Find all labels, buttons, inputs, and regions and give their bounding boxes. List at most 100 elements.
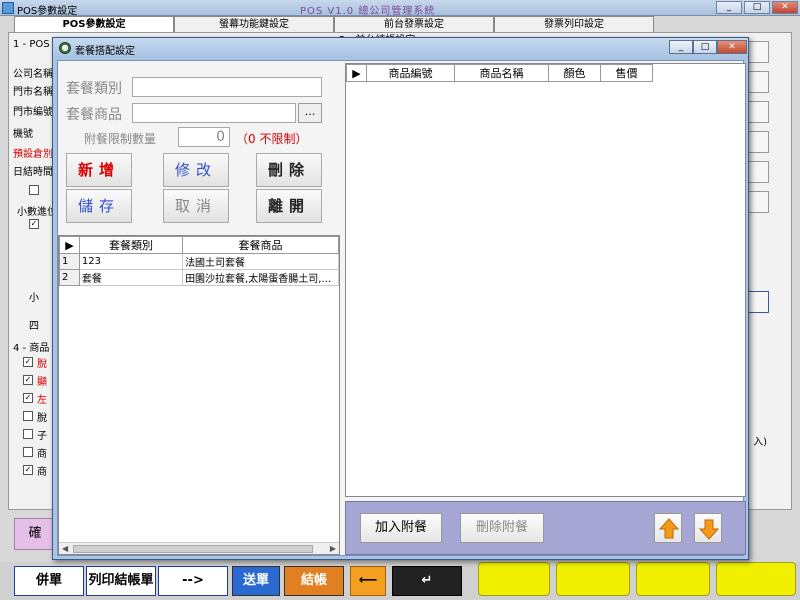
side-limit-input[interactable]: 0 [178, 127, 230, 147]
arrow-up-icon [658, 518, 680, 539]
set-list-header-item[interactable]: 套餐商品 [182, 236, 339, 254]
tab-front-invoice[interactable]: 前台發票設定 [334, 16, 494, 32]
outer-side-label-1: 脫 [37, 359, 47, 370]
row-number: 2 [59, 269, 80, 286]
set-list-header-category[interactable]: 套餐類別 [78, 236, 184, 254]
next-arrow-button[interactable]: --> [158, 566, 228, 596]
row-category[interactable]: 123 [78, 253, 184, 270]
side-dish-header-code[interactable]: 商品編號 [366, 64, 455, 82]
app-icon [2, 2, 14, 14]
yellow-button-2[interactable] [556, 562, 630, 596]
tab-function-keys[interactable]: 螢幕功能鍵設定 [174, 16, 334, 32]
row-item[interactable]: 法國土司套餐 [182, 253, 339, 270]
outer-checkbox-1[interactable] [29, 185, 39, 195]
outer-checkbox-2[interactable]: ✓ [29, 219, 39, 229]
yellow-button-4[interactable] [716, 562, 796, 596]
edit-button[interactable]: 修改 [163, 153, 229, 187]
tab-pos-settings[interactable]: POS參數設定 [14, 16, 174, 32]
add-side-dish-button[interactable]: 加入附餐 [360, 513, 442, 543]
outer-side-checkbox-3[interactable]: ✓ [23, 393, 33, 403]
set-item-input[interactable] [132, 103, 296, 123]
outer-right-text: 入) [753, 437, 767, 448]
yellow-button-3[interactable] [636, 562, 710, 596]
dialog-minimize-icon[interactable]: _ [669, 40, 693, 54]
row-number: 1 [59, 253, 80, 270]
outer-blurred-title: POS V1.0 總公司管理系統 [300, 6, 436, 17]
exit-button[interactable]: 離開 [256, 189, 322, 223]
radio-four-label[interactable]: 四 [29, 317, 39, 332]
set-menu-dialog: ● 套餐搭配設定 _ □ ✕ 套餐類別 套餐商品 ... 附餐限制數量 0 （0… [52, 37, 749, 560]
outer-window-title: POS參數設定 [17, 6, 78, 17]
scroll-thumb[interactable] [73, 545, 313, 553]
yellow-button-1[interactable] [478, 562, 550, 596]
enter-icon: ↵ [421, 573, 433, 588]
label-default-warehouse: 預設倉別 [13, 149, 53, 160]
side-dish-grid[interactable]: ▶ 商品編號 商品名稱 顏色 售價 [345, 63, 746, 497]
move-up-button[interactable] [654, 513, 682, 543]
section4-title: 4 - 商品 [13, 343, 50, 354]
bottom-taskbar: 併單 列印結帳單 --> 送單 結帳 ⟵ ↵ [0, 562, 800, 600]
dialog-title: 套餐搭配設定 [75, 46, 135, 57]
delete-button[interactable]: 刪除 [256, 153, 322, 187]
tab-invoice-print[interactable]: 發票列印設定 [494, 16, 654, 32]
arrow-down-icon [698, 519, 720, 540]
back-arrow-button[interactable]: ⟵ [350, 566, 386, 596]
set-item-browse-button[interactable]: ... [298, 103, 322, 123]
outer-side-checkbox-6[interactable] [23, 447, 33, 457]
dialog-maximize-icon[interactable]: □ [693, 40, 717, 54]
enter-button[interactable]: ↵ [392, 566, 462, 596]
scroll-right-icon[interactable]: ▶ [330, 544, 336, 553]
send-order-button[interactable]: 送單 [232, 566, 280, 596]
radio-small-label[interactable]: 小 [29, 289, 39, 304]
row-item[interactable]: 田園沙拉套餐,太陽蛋香腸土司,… [182, 269, 339, 286]
outer-side-label-7: 商 [37, 467, 47, 478]
left-arrow-icon: ⟵ [358, 573, 378, 588]
cancel-button[interactable]: 取消 [163, 189, 229, 223]
set-list-grid[interactable]: ▶ 套餐類別 套餐商品 1 123 法國土司套餐 2 套餐 田園沙拉套餐,太陽蛋… [58, 235, 340, 555]
move-down-button[interactable] [694, 513, 722, 543]
side-dish-corner: ▶ [346, 64, 367, 82]
side-limit-label: 附餐限制數量 [84, 132, 157, 146]
label-close-time: 日結時間 [13, 167, 53, 178]
side-dish-header-color[interactable]: 顏色 [548, 64, 601, 82]
remove-side-dish-button[interactable]: 刪除附餐 [460, 513, 544, 543]
merge-order-button[interactable]: 併單 [14, 566, 84, 596]
set-list-hscroll[interactable]: ◀ ▶ [59, 542, 339, 554]
side-limit-hint: （0 不限制） [236, 132, 308, 146]
side-dish-header-name[interactable]: 商品名稱 [454, 64, 549, 82]
set-category-input[interactable] [132, 77, 322, 97]
outer-close-icon[interactable]: ✕ [772, 1, 798, 14]
outer-minimize-icon[interactable]: _ [716, 1, 742, 14]
confirm-button[interactable]: 確 [14, 518, 56, 550]
scroll-left-icon[interactable]: ◀ [62, 544, 68, 553]
side-dish-action-bar: 加入附餐 刪除附餐 [345, 501, 746, 555]
group-decimal-round: 小數進位 [17, 207, 57, 218]
side-dish-header-row: ▶ 商品編號 商品名稱 顏色 售價 [346, 64, 653, 82]
outer-side-label-4: 脫 [37, 413, 47, 424]
dialog-title-bar: ● 套餐搭配設定 _ □ ✕ [53, 38, 748, 58]
outer-side-label-6: 商 [37, 449, 47, 460]
row-category[interactable]: 套餐 [78, 269, 184, 286]
label-store-name: 門市名稱 [13, 87, 53, 98]
set-list-corner: ▶ [59, 236, 80, 254]
label-store-code: 門市編號 [13, 107, 53, 118]
outer-maximize-icon[interactable]: □ [744, 1, 770, 14]
set-item-label: 套餐商品 [66, 107, 122, 123]
table-row[interactable]: 1 123 法國土司套餐 [59, 253, 339, 270]
dialog-close-icon[interactable]: ✕ [717, 40, 747, 54]
side-dish-header-price[interactable]: 售價 [600, 64, 653, 82]
outer-side-checkbox-7[interactable]: ✓ [23, 465, 33, 475]
outer-title-bar: POS參數設定 POS V1.0 總公司管理系統 _ □ ✕ [0, 0, 800, 17]
outer-side-checkbox-4[interactable] [23, 411, 33, 421]
add-button[interactable]: 新增 [66, 153, 132, 187]
outer-side-label-3: 左 [37, 395, 47, 406]
save-button[interactable]: 儲存 [66, 189, 132, 223]
table-row[interactable]: 2 套餐 田園沙拉套餐,太陽蛋香腸土司,… [59, 269, 339, 286]
label-company-name: 公司名稱 [13, 69, 53, 80]
checkout-button[interactable]: 結帳 [284, 566, 344, 596]
print-checkout-button[interactable]: 列印結帳單 [86, 566, 156, 596]
dialog-app-icon: ● [59, 42, 71, 54]
outer-side-checkbox-2[interactable]: ✓ [23, 375, 33, 385]
outer-side-checkbox-5[interactable] [23, 429, 33, 439]
outer-side-checkbox-1[interactable]: ✓ [23, 357, 33, 367]
